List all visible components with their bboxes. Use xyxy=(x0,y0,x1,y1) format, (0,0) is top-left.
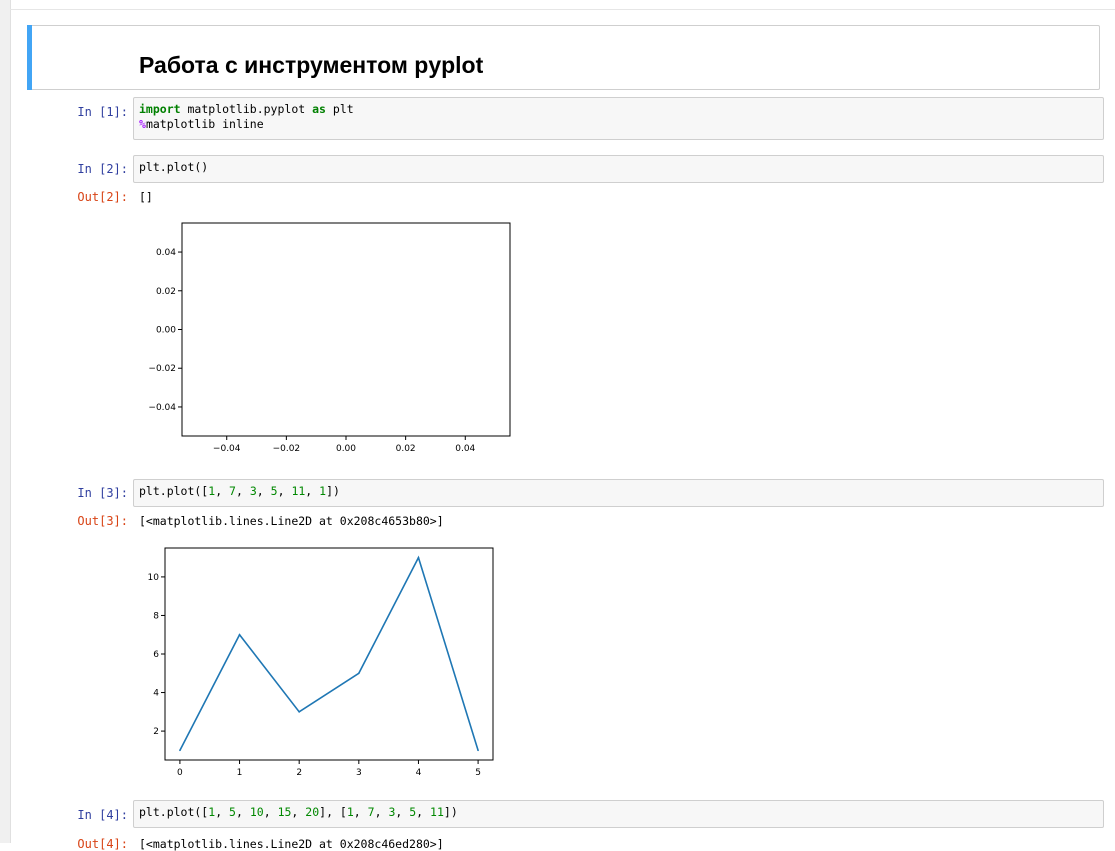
code-number: 1 xyxy=(208,484,216,498)
axes-frame xyxy=(164,547,494,761)
y-tick-label: 10 xyxy=(148,573,160,583)
out-prompt-2: Out[2]: xyxy=(77,190,128,204)
x-tick-label: 0.02 xyxy=(396,444,416,454)
x-tick-label: 1 xyxy=(237,768,243,778)
code-number: 1 xyxy=(346,805,354,819)
in-prompt-4: In [4]: xyxy=(77,808,128,822)
axes-frame xyxy=(181,222,511,437)
code-input-3[interactable]: plt.plot([1, 7, 3, 5, 11, 1]) xyxy=(133,479,1104,507)
code-number: 5 xyxy=(229,805,236,819)
y-tick-label: 0.00 xyxy=(156,326,176,336)
out-prompt-3: Out[3]: xyxy=(77,514,128,528)
data-point xyxy=(417,556,420,559)
code-text: plt.plot([ xyxy=(139,484,209,498)
x-tick-label: 2 xyxy=(296,768,302,778)
x-tick-label: 0 xyxy=(177,768,183,778)
code-number: 3 xyxy=(249,484,257,498)
y-tick-label: 2 xyxy=(153,727,159,737)
y-tick-label: 4 xyxy=(153,689,159,699)
code-text: plt xyxy=(325,102,354,116)
data-point xyxy=(298,711,300,713)
keyword: as xyxy=(312,102,326,116)
y-tick-label: −0.02 xyxy=(148,364,176,374)
x-tick-label: 5 xyxy=(475,768,481,778)
selected-cell-indicator xyxy=(27,25,32,90)
code-number: 15 xyxy=(277,805,292,819)
code-input-4[interactable]: plt.plot([1, 5, 10, 15, 20], [1, 7, 3, 5… xyxy=(133,800,1104,828)
empty-plot-chart: −0.04 −0.02 0.00 0.02 0.04 0.04 0.02 0.00 −0.02 −… xyxy=(148,222,511,454)
code-number: 5 xyxy=(270,484,278,498)
code-number: 7 xyxy=(229,484,236,498)
markdown-cell[interactable]: Работа с инструментом pyplot xyxy=(27,25,1100,90)
keyword: import xyxy=(139,102,181,116)
code-number: 11 xyxy=(291,484,306,498)
x-tick-label: −0.04 xyxy=(213,444,241,454)
output-text-3: [<matplotlib.lines.Line2D at 0x208c4653b… xyxy=(139,514,444,528)
y-tick-label: 6 xyxy=(153,650,159,660)
code-number: 20 xyxy=(305,805,320,819)
code-text: matplotlib inline xyxy=(145,117,264,131)
x-tick-label: 0.04 xyxy=(455,444,475,454)
code-input-1[interactable]: import matplotlib.pyplot as plt %matplot… xyxy=(133,97,1104,140)
in-prompt-1: In [1]: xyxy=(77,105,128,119)
magic-symbol: % xyxy=(139,117,146,131)
code-text: ], [ xyxy=(319,805,347,819)
page-title: Работа с инструментом pyplot xyxy=(139,52,484,78)
x-tick-label: 4 xyxy=(416,768,422,778)
code-text: matplotlib.pyplot xyxy=(180,102,313,116)
code-input-2[interactable]: plt.plot() xyxy=(133,155,1104,183)
code-text: plt.plot([ xyxy=(139,805,209,819)
code-number: 11 xyxy=(430,805,444,819)
data-point xyxy=(477,749,479,752)
data-point xyxy=(358,672,360,675)
data-line xyxy=(179,555,479,751)
output-text-4: [<matplotlib.lines.Line2D at 0x208c46ed2… xyxy=(139,837,444,851)
data-point xyxy=(238,633,241,636)
output-text-2: [] xyxy=(139,190,153,204)
x-tick-label: −0.02 xyxy=(273,444,301,454)
code-number: 10 xyxy=(249,805,264,819)
code-number: 5 xyxy=(409,805,417,819)
line-plot-chart: 0 1 2 3 4 5 2 4 6 8 10 xyxy=(148,547,494,778)
x-tick-label: 3 xyxy=(356,768,362,778)
y-tick-label: 0.04 xyxy=(156,248,176,258)
code-number: 1 xyxy=(208,805,216,819)
y-tick-label: 0.02 xyxy=(156,287,176,297)
x-tick-label: 0.00 xyxy=(336,444,356,454)
code-number: 7 xyxy=(367,805,375,819)
in-prompt-3: In [3]: xyxy=(77,486,128,500)
out-prompt-4: Out[4]: xyxy=(77,837,128,851)
y-tick-label: −0.04 xyxy=(148,403,176,413)
data-point xyxy=(179,749,181,752)
y-tick-label: 8 xyxy=(153,611,159,621)
notebook-left-rail xyxy=(0,0,11,843)
code-text: ]) xyxy=(443,805,458,819)
code-text: ]) xyxy=(326,484,340,498)
code-number: 3 xyxy=(388,805,396,819)
notebook-top-border xyxy=(10,9,1115,10)
in-prompt-2: In [2]: xyxy=(77,162,128,176)
